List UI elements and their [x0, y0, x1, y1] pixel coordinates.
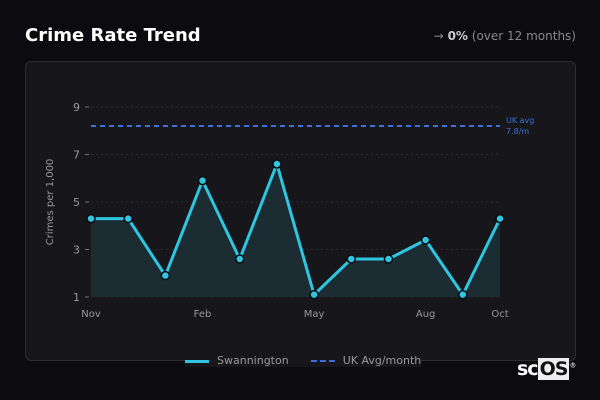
data-point: [160, 270, 171, 281]
legend-item-uk-avg[interactable]: UK Avg/month: [310, 354, 422, 367]
legend-label: UK Avg/month: [342, 354, 422, 367]
x-tick-label: Aug: [416, 309, 436, 320]
x-tick-label: Feb: [194, 309, 212, 320]
x-tick-label: Oct: [491, 309, 508, 320]
y-tick-label: 5: [73, 196, 80, 209]
data-point: [420, 235, 431, 245]
scos-logo: sc OS ®: [517, 358, 576, 380]
y-tick-label: 1: [73, 291, 80, 304]
data-point: [86, 213, 96, 224]
data-point: [383, 254, 394, 264]
data-point: [309, 289, 319, 300]
legend-swatch-solid: [185, 359, 209, 363]
x-tick-label: May: [304, 309, 325, 320]
legend: Swannington UK Avg/month: [185, 354, 422, 367]
data-point: [123, 213, 133, 224]
data-point: [272, 159, 282, 169]
legend-label: Swannington: [217, 354, 289, 367]
y-axis-label: Crimes per 1,000: [45, 159, 56, 246]
y-tick-label: 7: [73, 149, 80, 162]
y-tick-label: 3: [73, 244, 80, 257]
uk-average-label: UK avg: [506, 116, 534, 125]
uk-average-value: 7.8/m: [506, 127, 529, 136]
y-tick-label: 9: [73, 101, 80, 114]
line-chart: 1 3 5 7 9 Nov Feb May Aug Oct Crimes per 1,000 UK a…: [45, 101, 534, 320]
legend-swatch-dashed: [310, 360, 335, 362]
data-point: [346, 254, 357, 264]
data-point: [197, 175, 208, 186]
data-point: [234, 254, 245, 264]
data-point: [495, 213, 505, 224]
x-tick-label: Nov: [81, 309, 101, 320]
data-point: [458, 289, 468, 300]
legend-item-swannington[interactable]: Swannington: [185, 354, 289, 367]
